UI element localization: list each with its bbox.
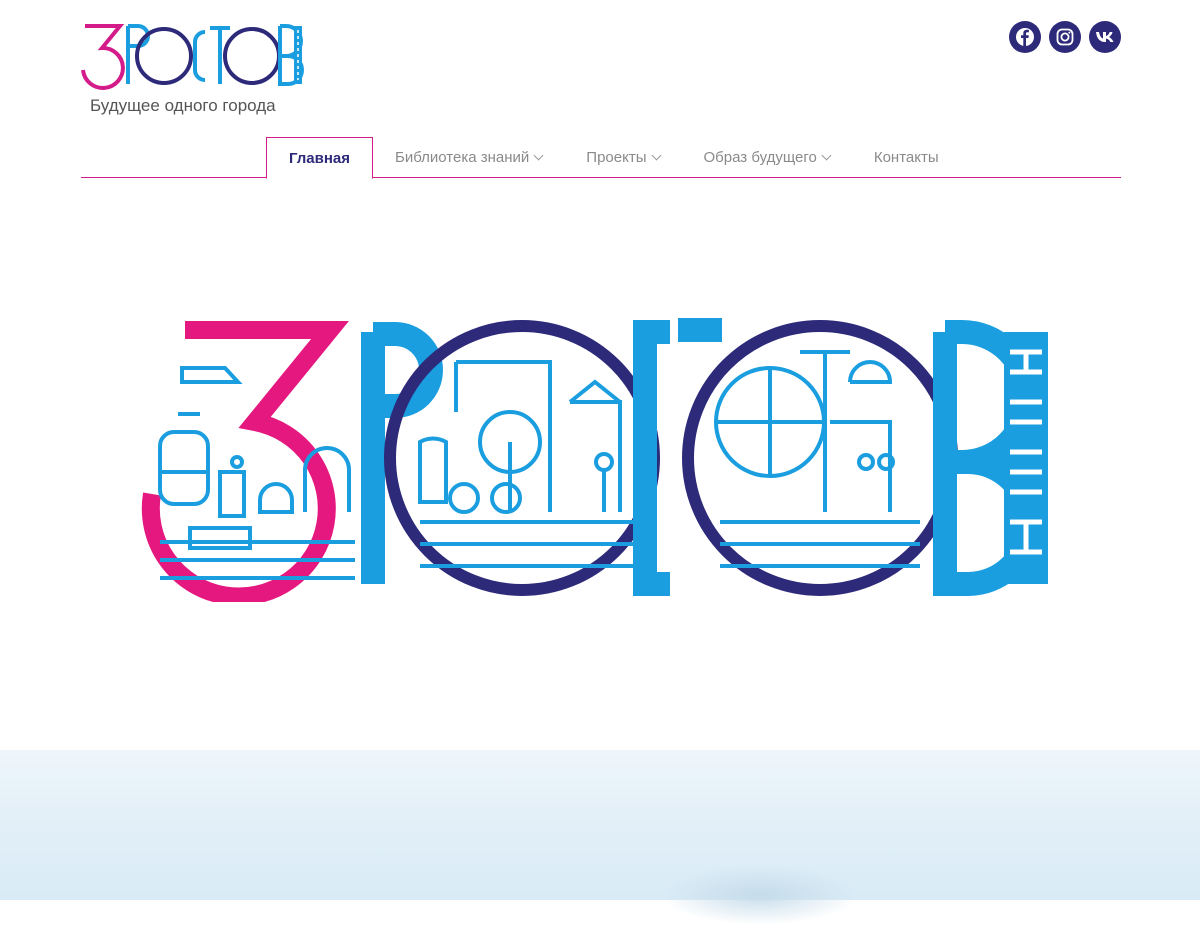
nav-item-projects[interactable]: Проекты xyxy=(564,137,681,177)
hero-background-image xyxy=(0,750,1200,925)
hero-logo-illustration xyxy=(141,318,1048,602)
nav-item-label: Библиотека знаний xyxy=(395,148,530,166)
chevron-down-icon xyxy=(533,150,544,160)
nav-item-home[interactable]: Главная xyxy=(266,137,374,179)
instagram-icon[interactable] xyxy=(1049,21,1081,53)
nav-item-library[interactable]: Библиотека знаний xyxy=(373,137,564,177)
site-header: Будущее одного города Главная Библиотека… xyxy=(0,0,1200,180)
site-logo[interactable] xyxy=(80,18,310,90)
nav-item-contacts[interactable]: Контакты xyxy=(852,137,961,177)
main-nav: Главная Библиотека знаний Проекты Образ … xyxy=(81,137,1121,179)
facebook-icon[interactable] xyxy=(1009,21,1041,53)
chevron-down-icon xyxy=(651,150,661,160)
nav-item-label: Образ будущего xyxy=(703,148,817,166)
nav-item-future[interactable]: Образ будущего xyxy=(682,137,852,177)
chevron-down-icon xyxy=(821,150,832,160)
background-shape xyxy=(660,865,860,925)
nav-item-label: Контакты xyxy=(873,148,939,166)
social-links xyxy=(1009,21,1121,53)
vk-icon[interactable] xyxy=(1089,21,1121,53)
site-tagline: Будущее одного города xyxy=(90,96,276,115)
nav-item-label: Проекты xyxy=(586,148,647,166)
nav-item-label: Главная xyxy=(289,149,351,167)
